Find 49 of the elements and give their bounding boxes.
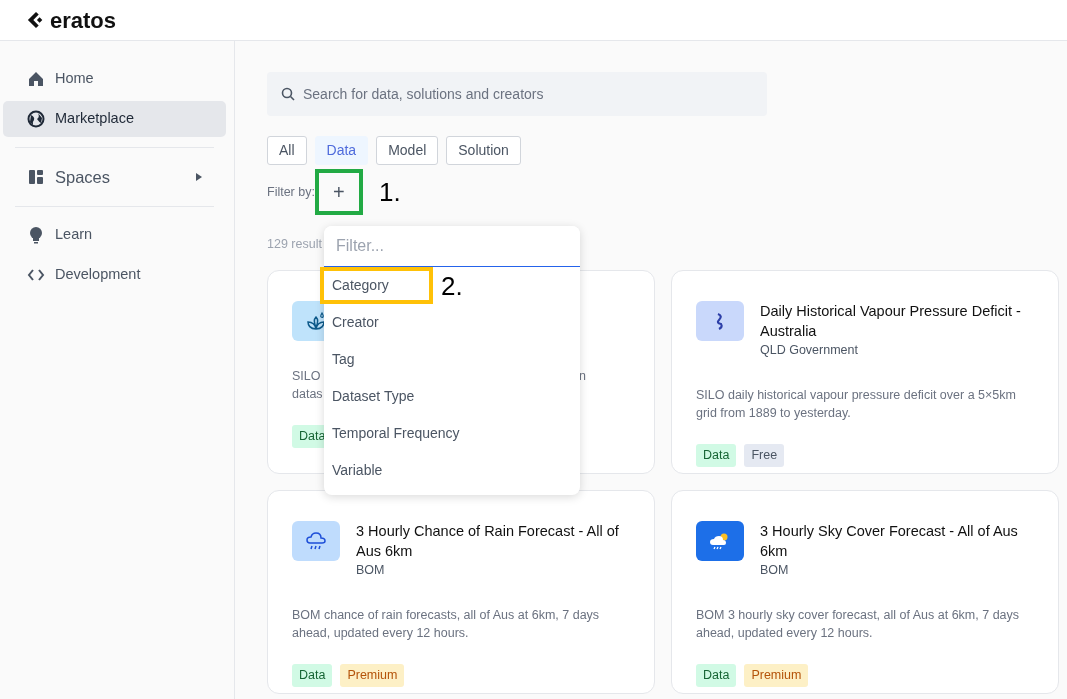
sidebar-item[interactable]: Development xyxy=(3,257,226,293)
sidebar-item[interactable]: Spaces xyxy=(3,157,226,197)
card-creator: BOM xyxy=(760,562,790,579)
card-creator: BOM xyxy=(356,562,386,579)
filter-tab[interactable]: Data xyxy=(314,136,369,165)
filter-option[interactable]: Tag xyxy=(324,341,363,378)
globe-icon xyxy=(27,109,45,128)
filter-option[interactable]: Dataset Type xyxy=(324,378,423,415)
add-filter-button[interactable]: + xyxy=(323,170,355,214)
sidebar-item[interactable]: Marketplace xyxy=(3,100,226,137)
filter-tab[interactable]: Model xyxy=(376,136,439,165)
product-card[interactable]: 3 Hourly Chance of Rain Forecast - All of Aus 6km BOM BOM chance of rain forecasts, all of Aus at 6km, 7 days ahead, updated every 12 hours. Data Premium xyxy=(267,490,655,694)
filter-option[interactable]: Variable xyxy=(324,452,391,489)
brand-name: eratos xyxy=(50,6,117,35)
card-tag: Data xyxy=(696,443,737,467)
filter-tab[interactable]: Solution xyxy=(446,136,521,165)
description-fragment: n xyxy=(579,368,586,385)
layout-icon xyxy=(27,167,45,186)
bulb-icon xyxy=(27,226,45,245)
annotation-number: 1. xyxy=(378,179,401,205)
card-title[interactable]: Daily Historical Vapour Pressure Deficit - Australia xyxy=(760,301,1034,341)
card-tag: Free xyxy=(744,443,785,467)
home-icon xyxy=(27,69,45,88)
card-tag: Premium xyxy=(744,663,809,687)
description-fragment: datas xyxy=(292,386,323,403)
product-card[interactable]: 3 Hourly Sky Cover Forecast - All of Aus 6km BOM BOM 3 hourly sky cover forecast, all of Aus at 6km, 7 days ahead, updated every 12 hours. Data Premium xyxy=(671,490,1059,694)
sidebar-item[interactable]: Learn xyxy=(3,217,226,253)
product-card[interactable]: Daily Historical Vapour Pressure Deficit - Australia QLD Government SILO daily historical vapour pressure deficit over a 5×5km grid from 1889 to yesterday. Data Free xyxy=(671,270,1059,474)
card-title[interactable]: 3 Hourly Chance of Rain Forecast - All of Aus 6km xyxy=(356,521,630,561)
card-tag: Data xyxy=(696,663,737,687)
search-field[interactable]: Search for data, solutions and creators xyxy=(267,72,767,116)
squiggle-icon xyxy=(715,311,725,331)
card-tag: Premium xyxy=(340,663,405,687)
card-description: BOM 3 hourly sky cover forecast, all of Aus at 6km, 7 days ahead, updated every 12 hours. xyxy=(696,606,1021,642)
card-description: BOM chance of rain forecasts, all of Aus at 6km, 7 days ahead, updated every 12 hours. xyxy=(292,606,601,642)
annotation-number: 2. xyxy=(441,272,463,299)
filter-option[interactable]: Creator xyxy=(324,304,387,341)
card-creator: QLD Government xyxy=(760,342,859,359)
search-icon xyxy=(281,87,295,101)
description-fragment: SILO xyxy=(292,368,322,385)
filter-tab[interactable]: All xyxy=(267,136,307,165)
card-tag: Data xyxy=(292,663,333,687)
filter-option[interactable]: Category xyxy=(324,267,397,304)
card-title[interactable]: 3 Hourly Sky Cover Forecast - All of Aus 6km xyxy=(760,521,1034,561)
filter-label: Filter by: xyxy=(267,183,315,201)
filter-input[interactable]: Filter... xyxy=(324,226,580,267)
card-description: SILO daily historical vapour pressure deficit over a 5×5km grid from 1889 to yesterday. xyxy=(696,386,1017,422)
sidebar-item[interactable]: Home xyxy=(3,61,226,97)
results-count: 129 result xyxy=(267,237,322,251)
